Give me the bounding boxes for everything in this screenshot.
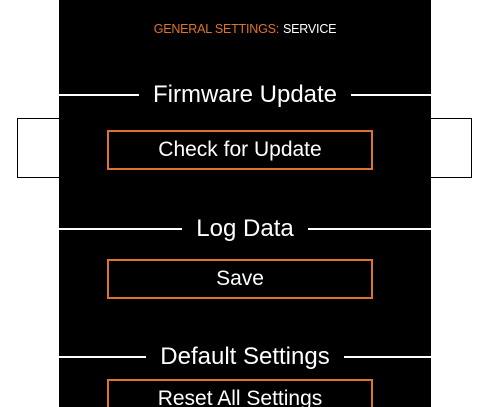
check-for-update-button[interactable]: Check for Update xyxy=(107,130,373,170)
breadcrumb: GENERAL SETTINGS: SERVICE xyxy=(59,22,431,36)
save-log-button[interactable]: Save xyxy=(107,259,373,299)
breadcrumb-section: SERVICE xyxy=(283,22,337,36)
reset-all-settings-button[interactable]: Reset All Settings xyxy=(107,379,373,407)
default-settings-title: Default Settings xyxy=(160,343,330,370)
breadcrumb-category: GENERAL SETTINGS: xyxy=(153,22,280,36)
divider xyxy=(307,228,431,230)
settings-screen: GENERAL SETTINGS: SERVICE Firmware Update… xyxy=(59,0,431,407)
divider xyxy=(59,94,139,96)
default-settings-heading: Default Settings xyxy=(59,342,431,372)
divider xyxy=(59,356,147,358)
divider xyxy=(59,228,183,230)
divider xyxy=(351,94,431,96)
firmware-update-heading: Firmware Update xyxy=(59,80,431,110)
log-data-title: Log Data xyxy=(196,215,294,242)
divider xyxy=(343,356,431,358)
log-data-heading: Log Data xyxy=(59,214,431,244)
firmware-update-title: Firmware Update xyxy=(152,81,338,108)
